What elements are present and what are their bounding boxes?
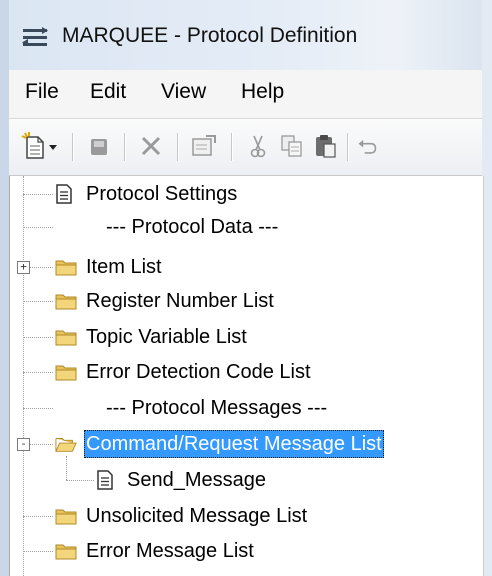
tree-item-item-list[interactable]: Item List (55, 251, 164, 283)
app-window: MARQUEE - Protocol Definition File Edit … (0, 0, 492, 576)
tree-item-send-message[interactable]: Send_Message (96, 464, 268, 496)
collapse-toggle[interactable]: - (17, 438, 30, 451)
copy-icon (281, 135, 302, 157)
paste-button[interactable] (311, 131, 341, 161)
menu-help[interactable]: Help (239, 80, 286, 104)
toolbar-separator (347, 133, 349, 161)
tree-item-label: Item List (86, 256, 162, 278)
tree-connector (23, 301, 53, 302)
tree-item-register-number-list[interactable]: Register Number List (55, 285, 276, 317)
folder-icon (55, 362, 77, 382)
menu-file[interactable]: File (23, 80, 61, 104)
tree-connector (29, 267, 53, 268)
tree-connector (23, 194, 53, 195)
paste-icon (316, 135, 336, 158)
tree-item-label: Send_Message (127, 469, 266, 491)
document-icon (55, 184, 77, 204)
tree-item-protocol-settings[interactable]: Protocol Settings (55, 178, 239, 210)
new-dropdown-button[interactable] (21, 131, 65, 161)
tree-item-label: --- Protocol Messages --- (106, 397, 328, 419)
delete-button[interactable] (136, 131, 166, 161)
protocol-list-icon (22, 27, 50, 49)
tree-item-label: Error Detection Code List (86, 361, 311, 383)
tree-connector (23, 227, 53, 228)
save-button[interactable] (84, 131, 114, 161)
copy-button[interactable] (277, 131, 307, 161)
save-icon (91, 139, 107, 155)
menu-view[interactable]: View (159, 80, 208, 104)
folder-icon (55, 291, 77, 311)
tree-item-label: --- Protocol Data --- (106, 216, 279, 238)
folder-icon (55, 541, 77, 561)
menu-edit[interactable]: Edit (88, 80, 128, 104)
tree-item-error-message-list[interactable]: Error Message List (55, 535, 256, 567)
title-bar[interactable]: MARQUEE - Protocol Definition (0, 0, 492, 70)
document-icon (96, 470, 118, 490)
tree-connector (23, 372, 53, 373)
tree-item-unsolicited-message-list[interactable]: Unsolicited Message List (55, 500, 309, 532)
properties-icon (192, 135, 216, 156)
window-title: MARQUEE - Protocol Definition (62, 24, 358, 47)
tree-item-protocol-messages-header: --- Protocol Messages --- (106, 392, 329, 424)
tree-item-command-request-message-list[interactable]: Command/Request Message List (55, 428, 384, 460)
folder-icon (55, 327, 77, 347)
undo-button[interactable] (357, 131, 377, 161)
tree-item-label: Register Number List (86, 290, 274, 312)
tree-item-topic-variable-list[interactable]: Topic Variable List (55, 321, 249, 353)
tree-item-error-detection-code-list[interactable]: Error Detection Code List (55, 356, 313, 388)
expand-toggle[interactable]: + (17, 261, 30, 274)
toolbar-separator (231, 133, 233, 161)
toolbar-separator (124, 133, 126, 161)
cut-icon (250, 135, 266, 158)
tree-connector (23, 516, 53, 517)
toolbar-separator (72, 133, 74, 161)
tree-connector (29, 444, 53, 445)
new-document-icon (21, 132, 57, 159)
folder-open-icon (55, 434, 77, 454)
cut-button[interactable] (243, 131, 273, 161)
tree-connector (23, 408, 53, 409)
tree-item-label: Error Message List (86, 540, 254, 562)
toolbar-separator (177, 133, 179, 161)
toolbar (9, 119, 482, 176)
properties-button[interactable] (189, 131, 219, 161)
tree-item-protocol-data-header: --- Protocol Data --- (106, 211, 280, 243)
protocol-tree: + - Protocol Settings --- Protocol Data … (9, 176, 484, 576)
window-left-border (0, 0, 9, 576)
menu-bar: File Edit View Help (9, 70, 482, 119)
folder-icon (55, 257, 77, 277)
tree-connector (23, 551, 53, 552)
delete-x-icon (141, 136, 161, 156)
tree-connector (66, 480, 94, 481)
folder-icon (55, 506, 77, 526)
tree-item-label: Command/Request Message List (84, 430, 384, 458)
tree-item-label: Protocol Settings (86, 183, 238, 205)
tree-item-label: Topic Variable List (86, 326, 247, 348)
undo-icon (358, 139, 377, 154)
tree-connector (23, 337, 53, 338)
tree-item-label: Unsolicited Message List (86, 505, 308, 527)
chevron-down-icon (49, 145, 57, 150)
